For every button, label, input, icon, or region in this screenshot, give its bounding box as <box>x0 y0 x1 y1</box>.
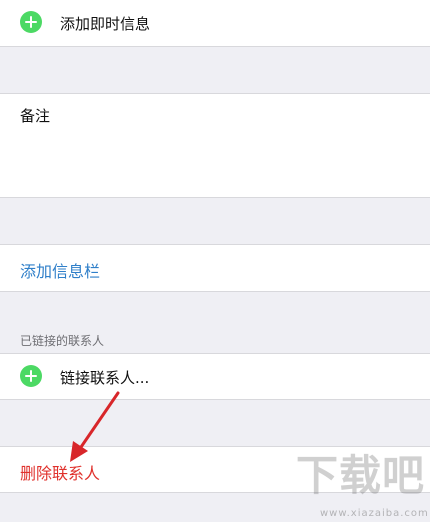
watermark-logo: 下载吧 <box>296 451 426 500</box>
annotation-arrow <box>70 391 120 462</box>
watermark-url: www.xiazaiba.com <box>320 508 429 519</box>
